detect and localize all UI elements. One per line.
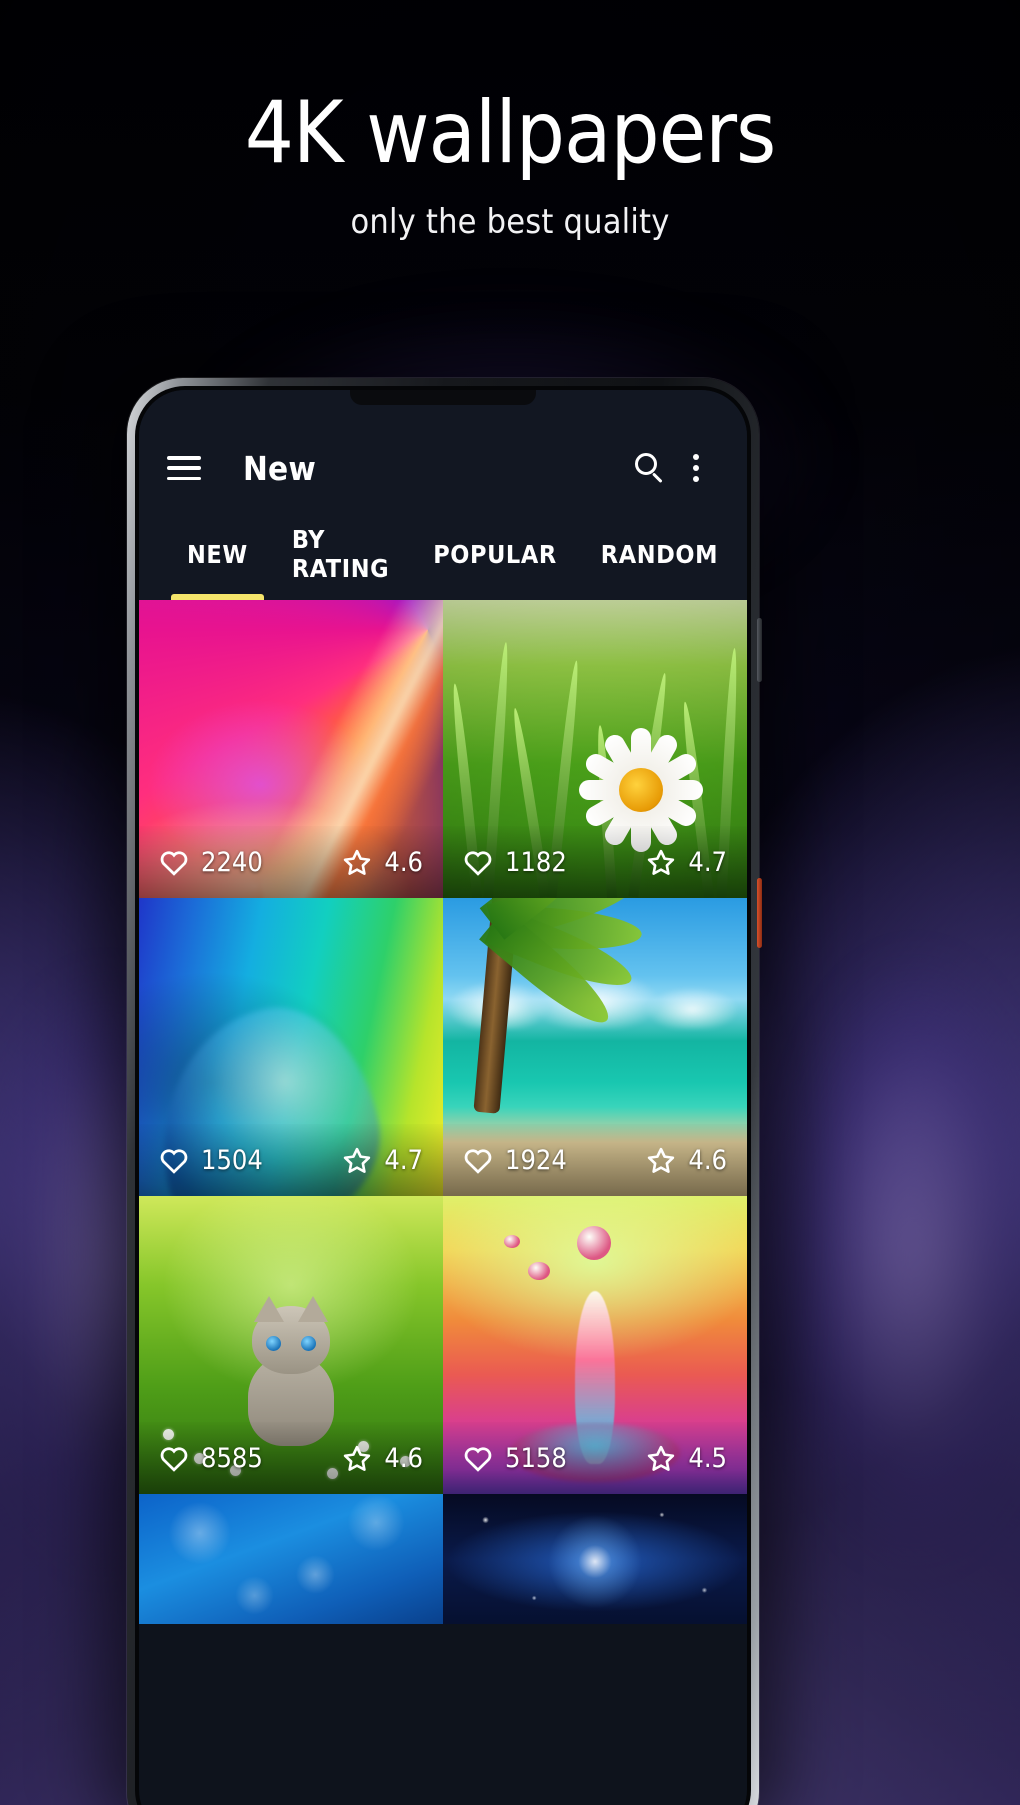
wallpaper-card[interactable]: 1182 4.7 xyxy=(443,600,747,898)
star-icon xyxy=(646,1444,676,1473)
heart-icon xyxy=(159,848,189,876)
app-bar: New xyxy=(139,390,747,508)
star-icon xyxy=(342,1444,372,1473)
like-stat[interactable]: 8585 xyxy=(159,1443,263,1474)
rating-stat[interactable]: 4.6 xyxy=(342,847,423,878)
like-count: 5158 xyxy=(505,1442,567,1474)
promo-headline: 4K wallpapers only the best quality xyxy=(0,90,1020,242)
like-count: 8585 xyxy=(201,1442,263,1474)
tab-by-rating[interactable]: BY RATING xyxy=(270,508,411,600)
like-count: 2240 xyxy=(201,846,263,878)
like-stat[interactable]: 1182 xyxy=(463,847,567,878)
wallpaper-card[interactable]: 5158 4.5 xyxy=(443,1196,747,1494)
overflow-button[interactable] xyxy=(673,445,719,491)
wallpaper-card[interactable] xyxy=(443,1494,747,1624)
wallpaper-stats: 1504 4.7 xyxy=(139,1124,443,1196)
like-stat[interactable]: 1924 xyxy=(463,1145,567,1176)
like-count: 1504 xyxy=(201,1144,263,1176)
wallpaper-grid: 2240 4.6 1182 4.7 1504 4.7 1924 4.6 8585… xyxy=(139,600,747,1624)
rating-value: 4.6 xyxy=(384,1442,423,1474)
phone-notch xyxy=(350,390,536,405)
search-button[interactable] xyxy=(627,445,673,491)
star-icon xyxy=(342,848,372,877)
hamburger-icon[interactable] xyxy=(167,456,201,480)
wallpaper-stats: 8585 4.6 xyxy=(139,1422,443,1494)
wallpaper-card[interactable] xyxy=(139,1494,443,1624)
rating-stat[interactable]: 4.6 xyxy=(342,1443,423,1474)
promo-subtitle: only the best quality xyxy=(350,202,670,242)
star-icon xyxy=(646,1146,676,1175)
phone-mockup: New NEW BY RATING POPULAR RANDOM 2240 4.… xyxy=(101,370,785,1805)
wallpaper-stats: 2240 4.6 xyxy=(139,826,443,898)
wallpaper-stats: 5158 4.5 xyxy=(443,1422,747,1494)
rating-value: 4.6 xyxy=(384,846,423,878)
rating-value: 4.5 xyxy=(688,1442,727,1474)
wallpaper-stats: 1924 4.6 xyxy=(443,1124,747,1196)
wallpaper-card[interactable]: 2240 4.6 xyxy=(139,600,443,898)
tab-bar: NEW BY RATING POPULAR RANDOM xyxy=(139,508,747,600)
power-button[interactable] xyxy=(757,878,762,948)
heart-icon xyxy=(159,1146,189,1174)
tab-new[interactable]: NEW xyxy=(165,508,270,600)
promo-title: 4K wallpapers xyxy=(244,83,777,183)
app-bar-title: New xyxy=(243,448,317,488)
rating-stat[interactable]: 4.6 xyxy=(646,1145,727,1176)
heart-icon xyxy=(463,1146,493,1174)
tab-random[interactable]: RANDOM xyxy=(579,508,740,600)
heart-icon xyxy=(463,848,493,876)
heart-icon xyxy=(159,1444,189,1472)
rating-stat[interactable]: 4.7 xyxy=(342,1145,423,1176)
wallpaper-card[interactable]: 1504 4.7 xyxy=(139,898,443,1196)
search-icon xyxy=(635,453,665,484)
volume-button[interactable] xyxy=(757,618,762,682)
more-vertical-icon xyxy=(692,454,700,482)
like-stat[interactable]: 5158 xyxy=(463,1443,567,1474)
like-stat[interactable]: 1504 xyxy=(159,1145,263,1176)
wallpaper-card[interactable]: 8585 4.6 xyxy=(139,1196,443,1494)
star-icon xyxy=(646,848,676,877)
wallpaper-thumbnail xyxy=(139,1494,443,1624)
like-count: 1924 xyxy=(505,1144,567,1176)
like-count: 1182 xyxy=(505,846,567,878)
phone-bezel: New NEW BY RATING POPULAR RANDOM 2240 4.… xyxy=(135,386,751,1805)
like-stat[interactable]: 2240 xyxy=(159,847,263,878)
phone-screen: New NEW BY RATING POPULAR RANDOM 2240 4.… xyxy=(139,390,747,1805)
tab-popular[interactable]: POPULAR xyxy=(411,508,579,600)
rating-stat[interactable]: 4.5 xyxy=(646,1443,727,1474)
wallpaper-stats: 1182 4.7 xyxy=(443,826,747,898)
heart-icon xyxy=(463,1444,493,1472)
phone-frame: New NEW BY RATING POPULAR RANDOM 2240 4.… xyxy=(127,378,762,1805)
rating-value: 4.6 xyxy=(688,1144,727,1176)
wallpaper-thumbnail xyxy=(443,1494,747,1624)
wallpaper-card[interactable]: 1924 4.6 xyxy=(443,898,747,1196)
rating-value: 4.7 xyxy=(384,1144,423,1176)
rating-stat[interactable]: 4.7 xyxy=(646,847,727,878)
rating-value: 4.7 xyxy=(688,846,727,878)
star-icon xyxy=(342,1146,372,1175)
